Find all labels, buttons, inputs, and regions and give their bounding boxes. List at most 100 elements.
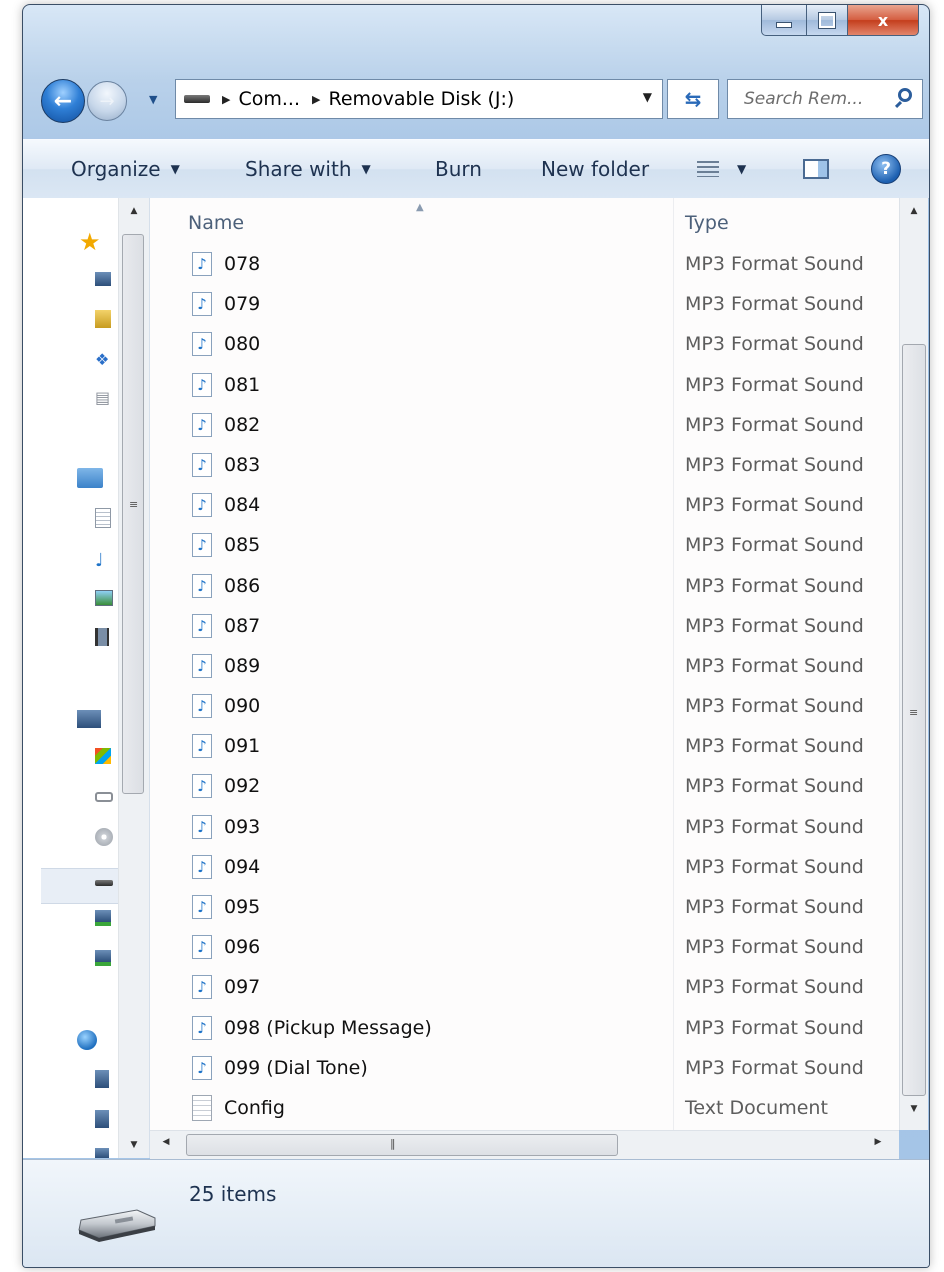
- recent-pages-button[interactable]: ▼: [149, 93, 163, 107]
- horizontal-scroll-thumb[interactable]: [186, 1134, 618, 1156]
- downloads-folder-icon[interactable]: [95, 310, 111, 328]
- documents-icon[interactable]: [95, 508, 111, 528]
- file-row[interactable]: ♪ 095 MP3 Format Sound: [150, 889, 899, 929]
- close-icon: x: [877, 10, 889, 30]
- scroll-up-icon[interactable]: ▲: [908, 206, 920, 216]
- removable-disk-icon[interactable]: [95, 880, 113, 886]
- organize-button[interactable]: Organize ▼: [71, 140, 180, 198]
- scroll-down-icon[interactable]: ▼: [128, 1140, 140, 1150]
- music-file-icon: ♪: [192, 452, 212, 477]
- pictures-icon[interactable]: [95, 590, 113, 606]
- file-row[interactable]: ♪ 098 (Pickup Message) MP3 Format Sound: [150, 1010, 899, 1050]
- minimize-button[interactable]: [761, 5, 807, 36]
- vertical-scroll-thumb[interactable]: [902, 344, 926, 1096]
- file-row[interactable]: ♪ 092 MP3 Format Sound: [150, 768, 899, 808]
- file-row[interactable]: ♪ 097 MP3 Format Sound: [150, 969, 899, 1009]
- help-button[interactable]: ?: [871, 140, 901, 198]
- network-drive-icon[interactable]: [95, 910, 111, 926]
- nav-pane-scroll-thumb[interactable]: [122, 234, 144, 794]
- floppy-drive-icon[interactable]: [95, 792, 113, 802]
- maximize-button[interactable]: [807, 5, 848, 36]
- computer-icon[interactable]: [77, 710, 101, 728]
- file-type: MP3 Format Sound: [685, 775, 864, 798]
- dropbox-icon[interactable]: ❖: [95, 350, 113, 369]
- search-input[interactable]: [742, 88, 886, 110]
- network-computer-icon[interactable]: [95, 1148, 109, 1158]
- address-dropdown-icon[interactable]: ▼: [643, 90, 652, 104]
- file-row[interactable]: ♪ 094 MP3 Format Sound: [150, 849, 899, 889]
- dvd-drive-icon[interactable]: [95, 828, 113, 846]
- file-row[interactable]: ♪ 093 MP3 Format Sound: [150, 809, 899, 849]
- details-pane: 25 items: [23, 1159, 929, 1267]
- close-button[interactable]: x: [848, 5, 919, 36]
- file-type: MP3 Format Sound: [685, 333, 864, 356]
- share-with-label: Share with: [245, 157, 352, 181]
- network-computer-icon[interactable]: [95, 1110, 109, 1128]
- breadcrumb-separator-icon[interactable]: ▶: [222, 93, 230, 106]
- column-header-name[interactable]: Name: [188, 212, 244, 234]
- file-row[interactable]: ♪ 082 MP3 Format Sound: [150, 407, 899, 447]
- breadcrumb-separator-icon[interactable]: ▶: [312, 93, 320, 106]
- file-row[interactable]: ♪ 090 MP3 Format Sound: [150, 688, 899, 728]
- refresh-icon: ⇆: [684, 87, 702, 111]
- breadcrumb-removable-disk[interactable]: Removable Disk (J:): [328, 88, 514, 110]
- file-name: 095: [224, 896, 261, 918]
- change-view-button[interactable]: ▼: [697, 140, 746, 198]
- file-row[interactable]: ♪ 086 MP3 Format Sound: [150, 568, 899, 608]
- scroll-down-icon[interactable]: ▼: [908, 1104, 920, 1114]
- scroll-right-icon[interactable]: ▶: [872, 1137, 884, 1147]
- preview-pane-button[interactable]: [803, 140, 829, 198]
- music-icon[interactable]: ♩: [95, 550, 113, 571]
- local-disk-icon[interactable]: [95, 748, 111, 764]
- file-type: Text Document: [685, 1096, 828, 1119]
- breadcrumb-computer[interactable]: Com...: [238, 88, 300, 110]
- file-type: MP3 Format Sound: [685, 453, 864, 476]
- column-header-type[interactable]: Type: [685, 212, 729, 234]
- network-icon[interactable]: [77, 1030, 97, 1050]
- caption-buttons: x: [761, 5, 919, 37]
- file-row[interactable]: ♪ 096 MP3 Format Sound: [150, 929, 899, 969]
- burn-button[interactable]: Burn: [435, 140, 482, 198]
- file-row[interactable]: ♪ 084 MP3 Format Sound: [150, 487, 899, 527]
- file-row[interactable]: ♪ 081 MP3 Format Sound: [150, 367, 899, 407]
- scroll-left-icon[interactable]: ◀: [160, 1137, 172, 1147]
- favorites-star-icon[interactable]: ★: [79, 228, 105, 256]
- file-row[interactable]: ♪ 099 (Dial Tone) MP3 Format Sound: [150, 1050, 899, 1090]
- videos-icon[interactable]: [95, 628, 109, 646]
- music-file-icon: ♪: [192, 814, 212, 839]
- file-row[interactable]: ♪ 089 MP3 Format Sound: [150, 648, 899, 688]
- forward-button[interactable]: →: [87, 81, 127, 121]
- scroll-grip-icon: ‖: [390, 1137, 396, 1150]
- refresh-button[interactable]: ⇆: [667, 79, 719, 119]
- new-folder-button[interactable]: New folder: [541, 140, 649, 198]
- search-box[interactable]: [727, 79, 923, 119]
- file-row[interactable]: ♪ 078 MP3 Format Sound: [150, 246, 899, 286]
- explorer-window: x ← → ▼ ▶ Com... ▶ Removable Disk (J:) ▼…: [22, 4, 930, 1268]
- back-button[interactable]: ←: [41, 79, 85, 123]
- file-list-vertical-scrollbar[interactable]: ▲ ≡ ▼: [899, 198, 928, 1130]
- file-type: MP3 Format Sound: [685, 815, 864, 838]
- file-name: 084: [224, 494, 261, 517]
- file-row[interactable]: ♪ 087 MP3 Format Sound: [150, 608, 899, 648]
- file-row[interactable]: ♪ 085 MP3 Format Sound: [150, 527, 899, 567]
- file-row[interactable]: ♪ 080 MP3 Format Sound: [150, 326, 899, 366]
- file-row[interactable]: ♪ 083 MP3 Format Sound: [150, 447, 899, 487]
- music-file-icon: ♪: [192, 774, 212, 799]
- file-list-horizontal-scrollbar[interactable]: ◀ ‖ ▶: [150, 1130, 899, 1159]
- file-row[interactable]: ♪ 091 MP3 Format Sound: [150, 728, 899, 768]
- search-icon[interactable]: [898, 88, 912, 102]
- network-drive-icon[interactable]: [95, 950, 111, 966]
- file-name: 079: [224, 293, 261, 316]
- libraries-icon[interactable]: [77, 468, 103, 488]
- nav-pane-scrollbar[interactable]: ▲ ≡ ▼: [118, 198, 149, 1158]
- address-bar[interactable]: ▶ Com... ▶ Removable Disk (J:) ▼: [175, 79, 663, 119]
- file-row[interactable]: ♪ 079 MP3 Format Sound: [150, 286, 899, 326]
- music-file-icon: ♪: [192, 332, 212, 357]
- scroll-up-icon[interactable]: ▲: [128, 206, 140, 216]
- recent-places-icon[interactable]: ▤: [95, 388, 113, 407]
- share-with-button[interactable]: Share with ▼: [245, 140, 371, 198]
- file-type: MP3 Format Sound: [685, 896, 864, 918]
- network-computer-icon[interactable]: [95, 1070, 109, 1088]
- desktop-icon[interactable]: [95, 272, 111, 286]
- file-row[interactable]: Config Text Document: [150, 1090, 899, 1130]
